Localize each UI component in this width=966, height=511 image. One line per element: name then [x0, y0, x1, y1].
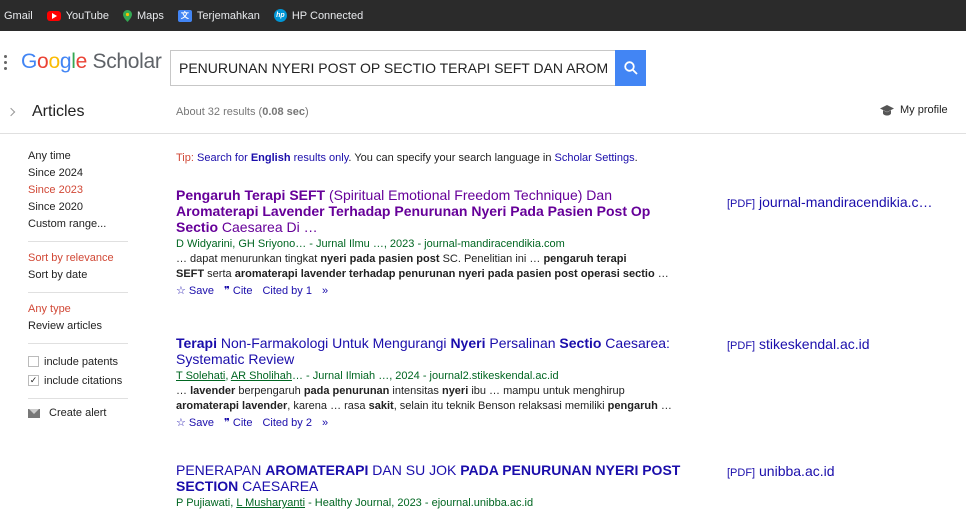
sidebar-divider [28, 292, 128, 293]
cite-button[interactable]: ❞ Cite [223, 416, 252, 430]
bookmark-translate[interactable]: 文 Terjemahkan [177, 9, 260, 22]
cited-by-link[interactable]: Cited by 2 [262, 417, 312, 429]
language-tip: Tip: Search for English results only. Yo… [176, 152, 638, 164]
bookmark-label: Gmail [4, 9, 33, 22]
quote-icon: ❞ [223, 417, 230, 429]
chevron-icon[interactable] [6, 107, 16, 117]
graduation-cap-icon [880, 104, 894, 115]
author-link[interactable]: AR Sholihah [231, 370, 292, 382]
star-icon: ☆ [176, 417, 186, 429]
include-patents-option[interactable]: include patents [28, 352, 146, 371]
sort-by-date[interactable]: Sort by date [28, 267, 146, 284]
search-bar [170, 50, 646, 86]
filter-review-articles[interactable]: Review articles [28, 318, 146, 335]
star-icon: ☆ [176, 285, 186, 297]
sidebar-divider [28, 398, 128, 399]
bookmark-label: HP Connected [291, 9, 364, 22]
search-result: Terapi Non-Farmakologi Untuk Mengurangi … [176, 335, 696, 429]
include-citations-checkbox[interactable]: ✓ [28, 375, 39, 386]
more-icon[interactable]: » [322, 285, 328, 297]
menu-icon[interactable] [4, 55, 8, 71]
bookmarks-bar: Gmail YouTube Maps 文 Terjemahkan hp HP C… [0, 0, 966, 31]
scholar-settings-link[interactable]: Scholar Settings [555, 152, 635, 164]
filter-since-2024[interactable]: Since 2024 [28, 165, 146, 182]
result-snippet: … dapat menurunkan tingkat nyeri pada pa… [176, 253, 627, 265]
bookmark-hp[interactable]: hp HP Connected [273, 9, 364, 22]
include-citations-option[interactable]: ✓ include citations [28, 371, 146, 390]
result-actions: ☆ Save ❞ Cite Cited by 2 » [176, 416, 696, 430]
result-title[interactable]: PENERAPAN AROMATERAPI DAN SU JOK PADA PE… [176, 462, 696, 494]
result-title[interactable]: Pengaruh Terapi SEFT (Spiritual Emotiona… [176, 187, 696, 235]
quote-icon: ❞ [223, 285, 230, 297]
bookmark-label: Maps [136, 9, 164, 22]
google-scholar-logo[interactable]: Google Scholar [21, 50, 162, 74]
more-icon[interactable]: » [322, 417, 328, 429]
bookmark-label: Terjemahkan [196, 9, 260, 22]
hp-icon: hp [273, 9, 287, 22]
author-link[interactable]: L Musharyanti [236, 497, 305, 509]
pdf-link[interactable]: [PDF] unibba.ac.id [727, 463, 957, 479]
cited-by-link[interactable]: Cited by 1 [262, 285, 312, 297]
bookmark-youtube[interactable]: YouTube [46, 9, 109, 22]
result-snippet: aromaterapi lavender, karena … rasa saki… [176, 400, 672, 412]
result-snippet: … lavender berpengaruh pada penurunan in… [176, 385, 625, 397]
include-patents-label: include patents [44, 355, 118, 368]
pdf-link[interactable]: [PDF] journal-mandiracendikia.c… [727, 194, 957, 210]
english-only-link[interactable]: Search for English results only [197, 152, 348, 164]
search-result: PENERAPAN AROMATERAPI DAN SU JOK PADA PE… [176, 462, 696, 511]
save-button[interactable]: ☆ Save [176, 284, 214, 298]
result-meta: T Solehati, AR Sholihah… - Jurnal Ilmiah… [176, 370, 559, 382]
result-meta: D Widyarini, GH Sriyono… - Jurnal Ilmu …… [176, 238, 565, 250]
section-title: Articles [32, 103, 85, 120]
translate-icon: 文 [177, 9, 192, 22]
result-actions: ☆ Save ❞ Cite Cited by 1 » [176, 284, 696, 298]
header-divider [0, 133, 966, 134]
filters-sidebar: Any time Since 2024 Since 2023 Since 202… [28, 148, 146, 419]
create-alert-button[interactable]: Create alert [28, 407, 146, 419]
my-profile-label: My profile [900, 104, 948, 116]
maps-icon [122, 9, 132, 22]
results-count: About 32 results (0.08 sec) [176, 106, 309, 118]
include-patents-checkbox[interactable] [28, 356, 39, 367]
filter-any-type[interactable]: Any type [28, 301, 146, 318]
search-result: Pengaruh Terapi SEFT (Spiritual Emotiona… [176, 187, 696, 297]
my-profile-link[interactable]: My profile [880, 104, 948, 116]
youtube-icon [46, 10, 61, 21]
pdf-link[interactable]: [PDF] stikeskendal.ac.id [727, 336, 957, 352]
bookmark-maps[interactable]: Maps [122, 9, 164, 22]
bookmark-gmail[interactable]: Gmail [4, 10, 33, 22]
search-input[interactable] [170, 50, 615, 86]
filter-custom-range[interactable]: Custom range... [28, 216, 146, 233]
include-citations-label: include citations [44, 374, 123, 387]
cite-button[interactable]: ❞ Cite [223, 284, 252, 298]
result-snippet: SEFT serta aromaterapi lavender terhadap… [176, 268, 669, 280]
filter-since-2020[interactable]: Since 2020 [28, 199, 146, 216]
filter-any-time[interactable]: Any time [28, 148, 146, 165]
sidebar-divider [28, 241, 128, 242]
save-button[interactable]: ☆ Save [176, 416, 214, 430]
bookmark-label: YouTube [65, 9, 109, 22]
author-link[interactable]: T Solehati [176, 370, 225, 382]
create-alert-label: Create alert [49, 407, 107, 419]
search-icon [623, 61, 638, 75]
sidebar-divider [28, 343, 128, 344]
search-button[interactable] [615, 50, 646, 86]
filter-since-2023[interactable]: Since 2023 [28, 182, 146, 199]
envelope-icon [28, 408, 40, 418]
sort-by-relevance[interactable]: Sort by relevance [28, 250, 146, 267]
result-meta: P Pujiawati, L Musharyanti - Healthy Jou… [176, 497, 534, 509]
result-title[interactable]: Terapi Non-Farmakologi Untuk Mengurangi … [176, 335, 696, 367]
